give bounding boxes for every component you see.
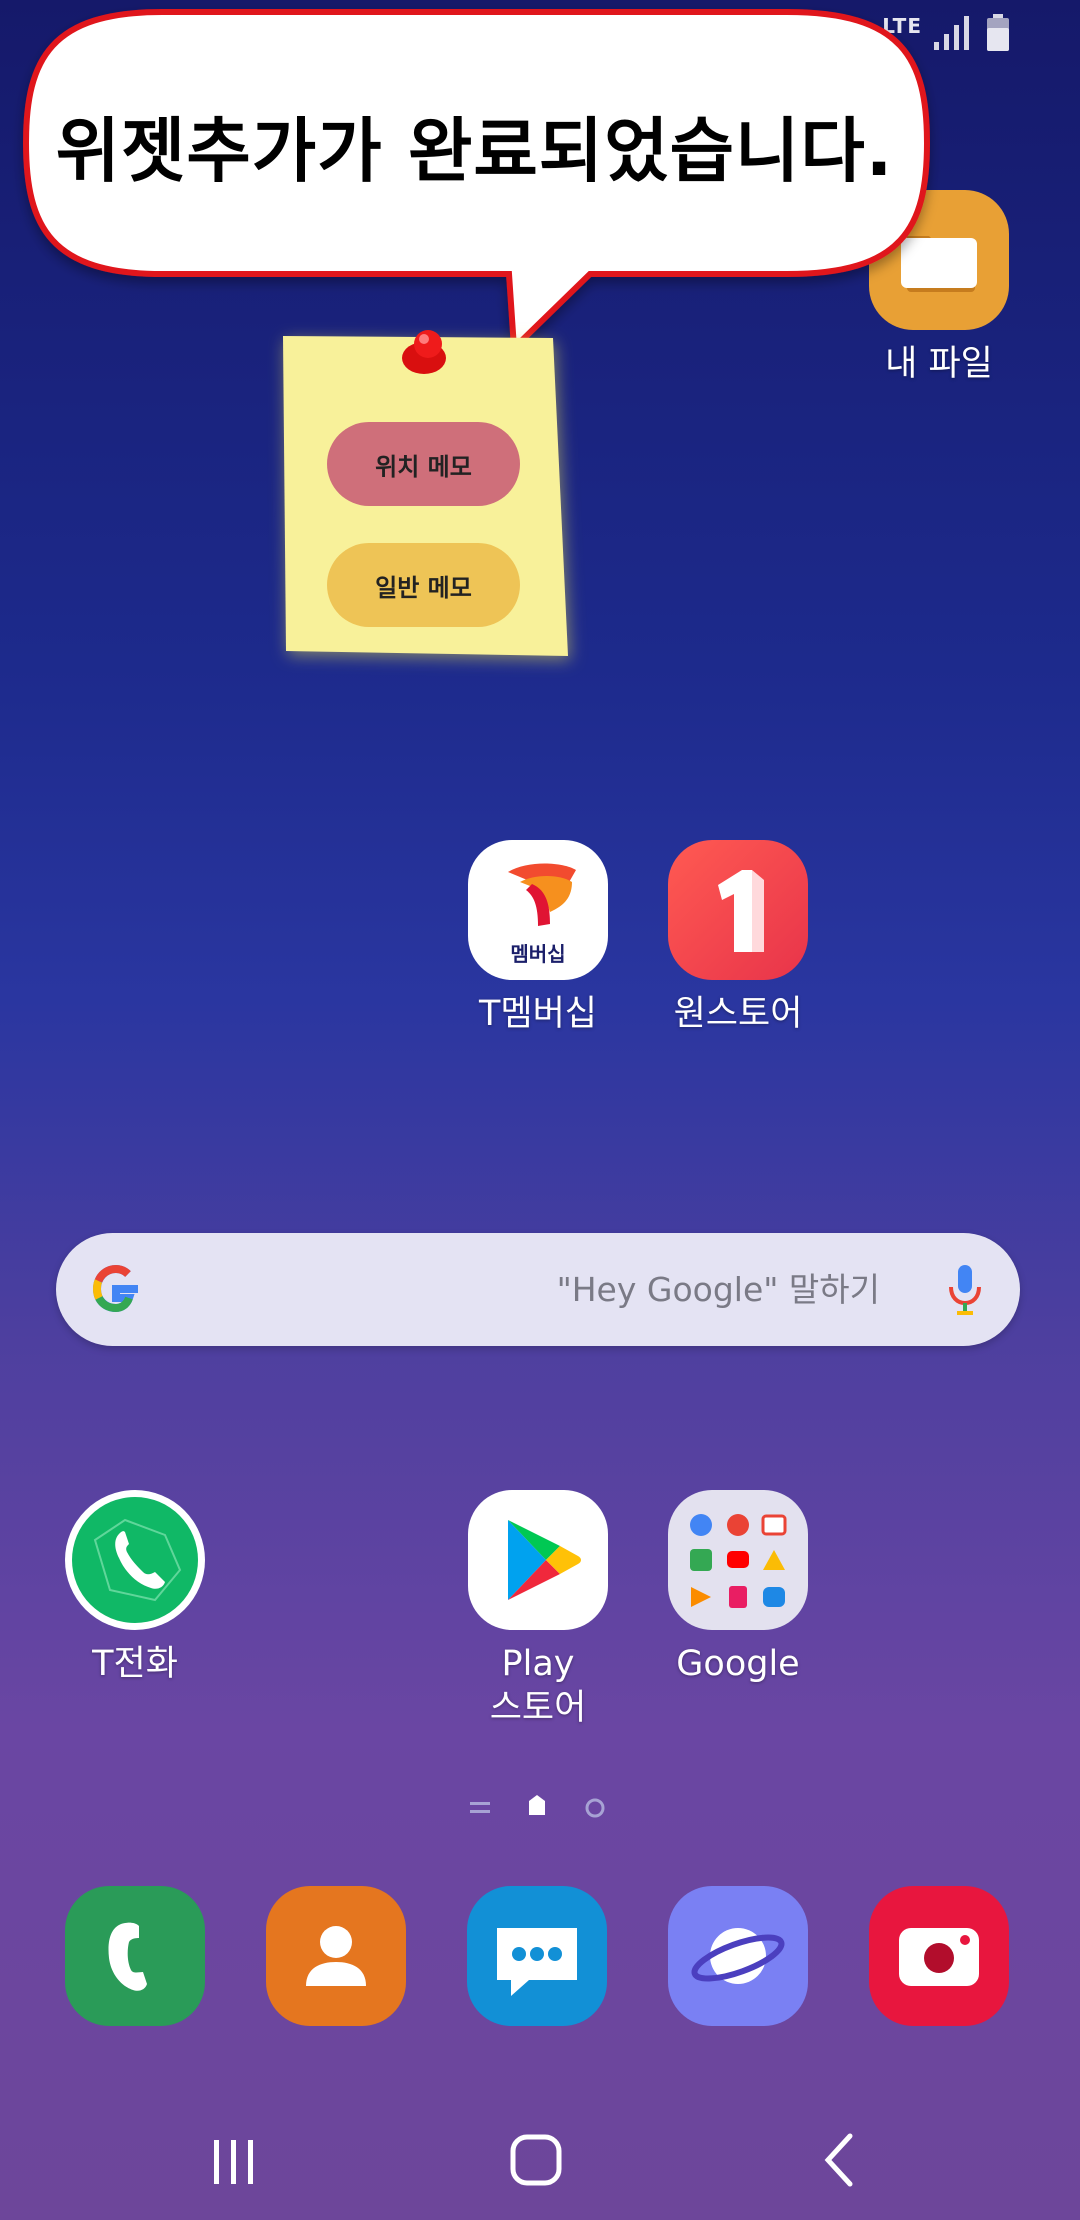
- home-button[interactable]: [498, 2120, 578, 2200]
- toast-message: 위젯추가가 완료되었습니다.: [55, 109, 894, 192]
- app-label: 내 파일: [885, 344, 993, 384]
- app-label: T전화: [92, 1644, 178, 1684]
- onestore-icon: [668, 840, 808, 980]
- messages-icon[interactable]: [467, 1886, 607, 2026]
- back-button[interactable]: [800, 2120, 880, 2200]
- play-store-icon: [468, 1490, 608, 1630]
- t-membership-badge: 멤버십: [510, 942, 566, 966]
- app-play-store[interactable]: Play 스토어: [438, 1490, 638, 1730]
- app-label: Google: [676, 1644, 800, 1684]
- phone-icon[interactable]: [65, 1886, 205, 2026]
- camera-icon[interactable]: [869, 1886, 1009, 2026]
- navigation-bar: [0, 2090, 1080, 2220]
- internet-icon[interactable]: [668, 1886, 808, 2026]
- t-phone-icon: [65, 1490, 205, 1630]
- recent-apps-button[interactable]: [194, 2120, 274, 2200]
- page-indicator[interactable]: [470, 1793, 615, 1823]
- app-t-membership[interactable]: 멤버십 T멤버십: [438, 840, 638, 1036]
- search-placeholder: "Hey Google" 말하기: [556, 1270, 880, 1309]
- app-google-folder[interactable]: Google: [638, 1490, 838, 1686]
- google-logo-icon: [92, 1264, 138, 1313]
- mic-icon[interactable]: [948, 1263, 982, 1317]
- google-folder-icon: [668, 1490, 808, 1630]
- pushpin-icon: [402, 330, 446, 374]
- contacts-icon[interactable]: [266, 1886, 406, 2026]
- app-label: Play 스토어: [489, 1644, 587, 1728]
- app-label: 원스토어: [673, 994, 803, 1034]
- battery-icon: [987, 14, 1009, 51]
- app-onestore[interactable]: 원스토어: [638, 840, 838, 1036]
- app-t-phone[interactable]: T전화: [35, 1490, 235, 1686]
- app-label: T멤버십: [479, 994, 597, 1034]
- location-memo-button[interactable]: 위치 메모: [327, 422, 520, 506]
- google-search-bar[interactable]: "Hey Google" 말하기: [56, 1233, 1020, 1346]
- t-membership-icon: 멤버십: [468, 840, 608, 980]
- general-memo-button[interactable]: 일반 메모: [327, 543, 520, 627]
- signal-icon: [934, 16, 969, 50]
